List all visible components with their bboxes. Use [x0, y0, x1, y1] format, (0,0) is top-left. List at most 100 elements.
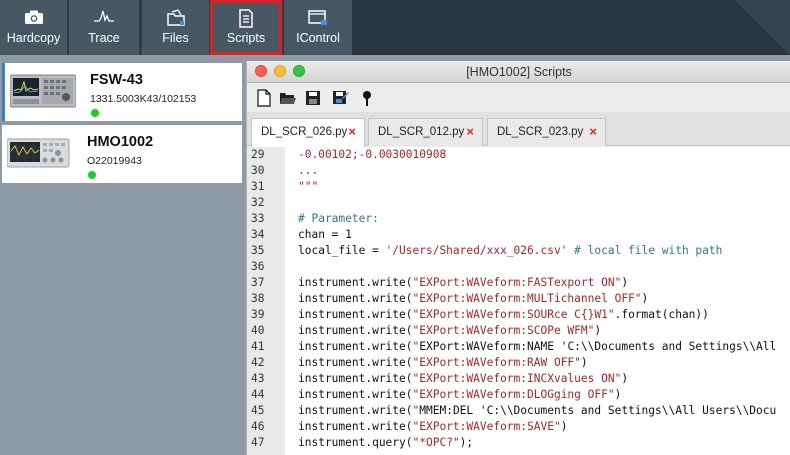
toolbar-corner-decoration	[735, 0, 790, 55]
file-tabs: DL_SCR_026.py × DL_SCR_012.py × DL_SCR_0…	[247, 112, 790, 147]
run-pin-icon[interactable]	[358, 89, 376, 107]
code-text: instrument.write("EXPort:WAVeform:MULTic…	[298, 292, 649, 305]
tab-label: DL_SCR_023.py	[497, 126, 584, 138]
waveform-icon	[69, 9, 139, 27]
code-text: """	[298, 180, 319, 193]
code-line: 30...	[247, 163, 790, 179]
code-line: 29 -0.00102;-0.0030010908	[247, 147, 790, 163]
hardcopy-label: Hardcopy	[6, 31, 61, 45]
trace-label: Trace	[88, 31, 120, 45]
line-number: 33	[251, 212, 265, 225]
code-line: 34 chan = 1	[247, 227, 790, 243]
code-text: instrument.write("EXPort:WAVeform:DLOGgi…	[298, 388, 622, 401]
code-line: 42 instrument.write("EXPort:WAVeform:RAW …	[247, 355, 790, 371]
code-text: instrument.write("EXPort:WAVeform:SAVE")	[298, 420, 568, 433]
code-text: ...	[298, 164, 319, 177]
tab-dl-scr-026[interactable]: DL_SCR_026.py ×	[251, 118, 365, 147]
files-label: Files	[162, 31, 189, 45]
line-number: 41	[251, 340, 265, 353]
code-text: instrument.write("EXPort:WAVeform:SOURce…	[298, 308, 709, 321]
code-line: 36	[247, 259, 790, 275]
tab-dl-scr-012[interactable]: DL_SCR_012.py ×	[368, 118, 483, 146]
save-icon[interactable]	[304, 89, 322, 107]
folder-icon	[142, 9, 209, 27]
code-editor[interactable]: 29 -0.00102;-0.0030010908 30... 31 """ 32 33 # …	[247, 147, 790, 455]
hardcopy-button[interactable]: Hardcopy	[0, 0, 67, 55]
tab-label: DL_SCR_026.py	[261, 126, 348, 138]
code-line: 32	[247, 195, 790, 211]
remote-control-icon	[284, 9, 352, 27]
window-title: [HMO1002] Scripts	[466, 65, 572, 79]
tab-label: DL_SCR_012.py	[378, 126, 465, 138]
code-text: instrument.write("EXPort:WAVeform:FASTex…	[298, 276, 629, 289]
line-number: 39	[251, 308, 265, 321]
code-line: 43 instrument.write("EXPort:WAVeform:INCX…	[247, 371, 790, 387]
editor-toolbar	[247, 84, 790, 112]
line-number: 32	[251, 196, 265, 209]
toolbar-background	[352, 0, 790, 55]
code-text: local_file = '/Users/Shared/xxx_026.csv'…	[298, 244, 723, 257]
scripts-window: [HMO1002] Scripts DL_SCR_026.py × DL_SCR…	[246, 61, 790, 455]
code-text: instrument.write("EXPort:WAVeform:NAME '…	[298, 340, 777, 353]
line-number: 40	[251, 324, 265, 337]
icontrol-label: IControl	[296, 31, 340, 45]
code-text: instrument.write("EXPort:WAVeform:INCXva…	[298, 372, 629, 385]
line-number: 47	[251, 436, 265, 449]
code-text: chan = 1	[298, 228, 352, 241]
code-line: 31 """	[247, 179, 790, 195]
code-line: 39 instrument.write("EXPort:WAVeform:SOUR…	[247, 307, 790, 323]
code-line: 45 instrument.write("MMEM:DEL 'C:\\Docume…	[247, 403, 790, 419]
icontrol-button[interactable]: IControl	[284, 0, 352, 55]
code-text: instrument.write("MMEM:DEL 'C:\\Document…	[298, 404, 777, 417]
line-number: 38	[251, 292, 265, 305]
camera-icon	[0, 9, 67, 27]
new-file-icon[interactable]	[255, 89, 273, 107]
connection-status-icon	[91, 109, 99, 117]
line-number: 34	[251, 228, 265, 241]
code-line: 44 instrument.write("EXPort:WAVeform:DLOG…	[247, 387, 790, 403]
device-serial: O22019943	[87, 155, 142, 167]
close-tab-icon[interactable]: ×	[589, 124, 597, 139]
line-number: 30	[251, 164, 265, 177]
device-serial: 1331.5003K43/102153	[90, 93, 197, 105]
line-number: 44	[251, 388, 265, 401]
line-number: 37	[251, 276, 265, 289]
line-number: 45	[251, 404, 265, 417]
code-text: -0.00102;-0.0030010908	[298, 148, 447, 161]
line-number: 42	[251, 356, 265, 369]
save-as-icon[interactable]	[332, 89, 350, 107]
line-number: 46	[251, 420, 265, 433]
code-line: 33 # Parameter:	[247, 211, 790, 227]
close-tab-icon[interactable]: ×	[348, 124, 356, 139]
code-line: 35 local_file = '/Users/Shared/xxx_026.cs…	[247, 243, 790, 259]
line-number: 29	[251, 148, 265, 161]
code-line: 37 instrument.write("EXPort:WAVeform:FAST…	[247, 275, 790, 291]
line-number: 31	[251, 180, 265, 193]
line-number: 35	[251, 244, 265, 257]
code-text: instrument.write("EXPort:WAVeform:RAW OF…	[298, 356, 588, 369]
code-line: 41 instrument.write("EXPort:WAVeform:NAME…	[247, 339, 790, 355]
tab-dl-scr-023[interactable]: DL_SCR_023.py ×	[487, 118, 606, 146]
devices-panel: FSW-43 1331.5003K43/102153 HMO1002 O2201…	[0, 55, 246, 455]
files-button[interactable]: Files	[142, 0, 209, 55]
code-line: 47 instrument.query("*OPC?");	[247, 435, 790, 451]
window-titlebar: [HMO1002] Scripts	[247, 61, 790, 83]
device-card-fsw-43[interactable]: FSW-43 1331.5003K43/102153	[2, 63, 242, 121]
device-card-hmo1002[interactable]: HMO1002 O22019943	[2, 125, 242, 183]
open-folder-icon[interactable]	[279, 89, 297, 107]
close-tab-icon[interactable]: ×	[466, 124, 474, 139]
oscilloscope-thumbnail	[6, 135, 73, 171]
trace-button[interactable]: Trace	[69, 0, 139, 55]
scripts-label: Scripts	[226, 31, 266, 45]
connection-status-icon	[88, 171, 96, 179]
device-name: HMO1002	[87, 134, 154, 150]
code-line: 46 instrument.write("EXPort:WAVeform:SAVE…	[247, 419, 790, 435]
code-line: 38 instrument.write("EXPort:WAVeform:MULT…	[247, 291, 790, 307]
code-line: 40 instrument.write("EXPort:WAVeform:SCOP…	[247, 323, 790, 339]
code-text: instrument.query("*OPC?");	[298, 436, 474, 449]
line-number: 43	[251, 372, 265, 385]
top-toolbar: Hardcopy Trace Files Scripts IControl	[0, 0, 790, 55]
scripts-button[interactable]: Scripts	[210, 0, 282, 55]
spectrum-analyzer-thumbnail	[9, 73, 77, 109]
line-number: 36	[251, 260, 265, 273]
